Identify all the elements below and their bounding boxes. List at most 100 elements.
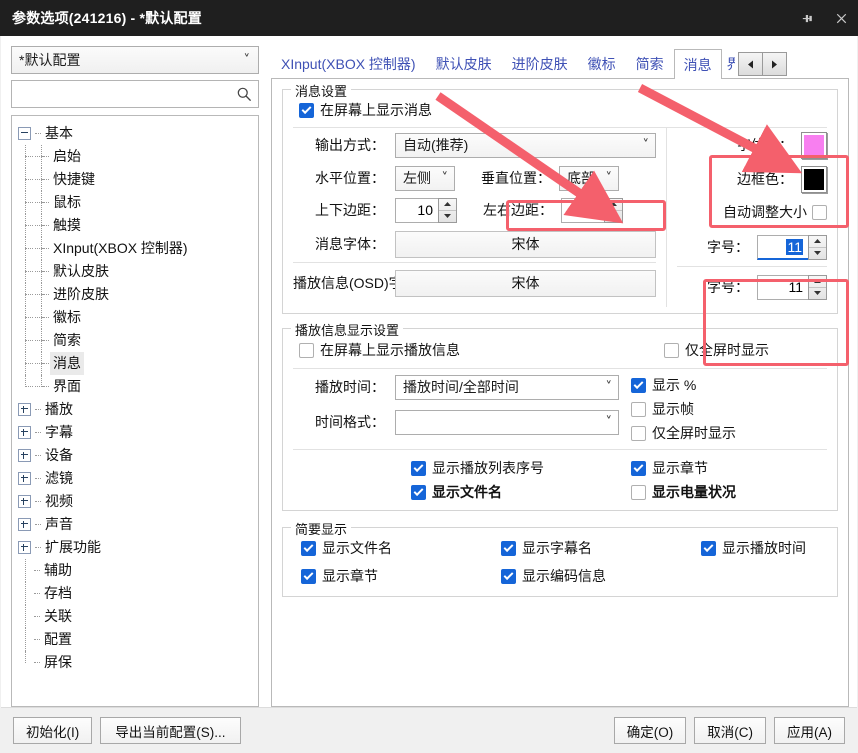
checkbox-icon[interactable] — [301, 541, 316, 556]
stepper-down-icon[interactable] — [809, 287, 826, 299]
tab-active[interactable]: 消息 — [674, 49, 722, 79]
expand-icon[interactable] — [18, 426, 31, 439]
stepper-arrows[interactable] — [604, 198, 623, 223]
checkbox-icon[interactable] — [631, 461, 646, 476]
export-config-button[interactable]: 导出当前配置(S)... — [100, 717, 240, 744]
stepper-horizontal-margin[interactable]: 10 — [561, 198, 623, 223]
checkbox-brief-item[interactable]: 显示文件名 — [301, 538, 501, 558]
checkbox-icon[interactable] — [299, 343, 314, 358]
stepper-horizontal-margin-value[interactable]: 10 — [561, 198, 604, 223]
stepper-down-icon[interactable] — [809, 247, 826, 259]
stepper-font-size-osd[interactable]: 11 — [757, 275, 827, 300]
checkbox-icon[interactable] — [701, 541, 716, 556]
checkbox-show-battery[interactable]: 显示电量状况 — [631, 482, 736, 502]
checkbox-show-percent[interactable]: 显示 % — [631, 375, 696, 395]
checkbox-brief-item[interactable]: 显示章节 — [301, 566, 501, 586]
checkbox-icon[interactable] — [631, 426, 646, 441]
checkbox-icon[interactable] — [631, 402, 646, 417]
checkbox-icon[interactable] — [631, 378, 646, 393]
tree-item[interactable]: 辅助 — [12, 559, 258, 582]
tree-item[interactable]: 存档 — [12, 582, 258, 605]
checkbox-icon[interactable] — [501, 541, 516, 556]
tab-strip[interactable]: XInput(XBOX 控制器)默认皮肤进阶皮肤徽标简索消息界 — [271, 46, 849, 78]
stepper-font-size-message[interactable]: 11 — [757, 235, 827, 260]
stepper-font-size-osd-value[interactable]: 11 — [757, 275, 808, 300]
tab-clipped[interactable]: 界 — [722, 49, 736, 78]
checkbox-icon[interactable] — [299, 103, 314, 118]
stepper-down-icon[interactable] — [605, 210, 622, 222]
settings-tree[interactable]: 基本启始快捷键鼠标触摸XInput(XBOX 控制器)默认皮肤进阶皮肤徽标简索消… — [11, 115, 259, 707]
expand-icon[interactable] — [18, 518, 31, 531]
button-message-font[interactable]: 宋体 — [395, 231, 656, 258]
expand-icon[interactable] — [18, 449, 31, 462]
tree-item[interactable]: 声音 — [12, 513, 258, 536]
tree-item[interactable]: 播放 — [12, 398, 258, 421]
checkbox-show-osd-on-screen[interactable]: 在屏幕上显示播放信息 — [299, 340, 460, 360]
select-play-time[interactable]: 播放时间/全部时间 ˅ — [395, 375, 619, 400]
checkbox-show-chapter-osd[interactable]: 显示章节 — [631, 458, 708, 478]
tree-item[interactable]: 进阶皮肤 — [12, 283, 258, 306]
checkbox-brief-item[interactable]: 显示播放时间 — [701, 538, 827, 558]
tree-item[interactable]: 触摸 — [12, 214, 258, 237]
tree-item[interactable]: XInput(XBOX 控制器) — [12, 237, 258, 260]
select-output-mode[interactable]: 自动(推荐) ˅ — [395, 133, 656, 158]
tree-item[interactable]: 简索 — [12, 329, 258, 352]
tree-item[interactable]: 屏保 — [12, 651, 258, 674]
checkbox-icon[interactable] — [411, 461, 426, 476]
select-horizontal-position[interactable]: 左侧 ˅ — [395, 166, 455, 191]
triangle-left-icon[interactable] — [738, 52, 763, 76]
tree-item[interactable]: 徽标 — [12, 306, 258, 329]
triangle-right-icon[interactable] — [763, 52, 787, 76]
tree-item[interactable]: 扩展功能 — [12, 536, 258, 559]
stepper-up-icon[interactable] — [605, 199, 622, 210]
expand-icon[interactable] — [18, 495, 31, 508]
stepper-up-icon[interactable] — [809, 236, 826, 247]
stepper-font-size-message-value[interactable]: 11 — [757, 235, 808, 260]
select-time-format[interactable]: ˅ — [395, 410, 619, 435]
checkbox-auto-size[interactable]: 自动调整大小 — [723, 202, 827, 222]
swatch-font-color[interactable] — [801, 132, 827, 159]
tree-item[interactable]: 默认皮肤 — [12, 260, 258, 283]
tree-item[interactable]: 关联 — [12, 605, 258, 628]
checkbox-icon[interactable] — [411, 485, 426, 500]
pin-icon[interactable] — [790, 0, 824, 36]
apply-button[interactable]: 应用(A) — [774, 717, 845, 744]
checkbox-icon[interactable] — [812, 205, 827, 220]
tree-item[interactable]: 鼠标 — [12, 191, 258, 214]
stepper-arrows[interactable] — [438, 198, 457, 223]
checkbox-show-frames[interactable]: 显示帧 — [631, 399, 694, 419]
tab-scroll-buttons[interactable] — [738, 52, 787, 76]
expand-icon[interactable] — [18, 472, 31, 485]
collapse-icon[interactable] — [18, 127, 31, 140]
tab-item[interactable]: 进阶皮肤 — [502, 49, 578, 78]
checkbox-show-message-on-screen[interactable]: 在屏幕上显示消息 — [299, 100, 432, 120]
tab-item[interactable]: XInput(XBOX 控制器) — [271, 49, 426, 78]
checkbox-icon[interactable] — [631, 485, 646, 500]
button-osd-font[interactable]: 宋体 — [395, 270, 656, 297]
stepper-up-icon[interactable] — [439, 199, 456, 210]
stepper-arrows[interactable] — [808, 275, 827, 300]
checkbox-fullscreen-only-bottom[interactable]: 仅全屏时显示 — [631, 423, 736, 443]
tab-item[interactable]: 默认皮肤 — [426, 49, 502, 78]
checkbox-icon[interactable] — [301, 569, 316, 584]
tree-item[interactable]: 启始 — [12, 145, 258, 168]
select-vertical-position[interactable]: 底部 ˅ — [559, 166, 619, 191]
checkbox-fullscreen-only-top[interactable]: 仅全屏时显示 — [664, 340, 769, 360]
checkbox-brief-item[interactable]: 显示编码信息 — [501, 566, 701, 586]
checkbox-show-playlist-index[interactable]: 显示播放列表序号 — [411, 458, 544, 478]
stepper-down-icon[interactable] — [439, 210, 456, 222]
tree-item[interactable]: 设备 — [12, 444, 258, 467]
search-input[interactable] — [19, 86, 236, 103]
tree-item[interactable]: 界面 — [12, 375, 258, 398]
tree-item[interactable]: 滤镜 — [12, 467, 258, 490]
tree-item[interactable]: 字幕 — [12, 421, 258, 444]
tab-item[interactable]: 简索 — [626, 49, 674, 78]
close-icon[interactable] — [824, 0, 858, 36]
ok-button[interactable]: 确定(O) — [614, 717, 687, 744]
tree-item[interactable]: 消息 — [12, 352, 258, 375]
stepper-vertical-margin-value[interactable]: 10 — [395, 198, 438, 223]
checkbox-icon[interactable] — [501, 569, 516, 584]
reset-button[interactable]: 初始化(I) — [13, 717, 92, 744]
cancel-button[interactable]: 取消(C) — [694, 717, 766, 744]
expand-icon[interactable] — [18, 541, 31, 554]
